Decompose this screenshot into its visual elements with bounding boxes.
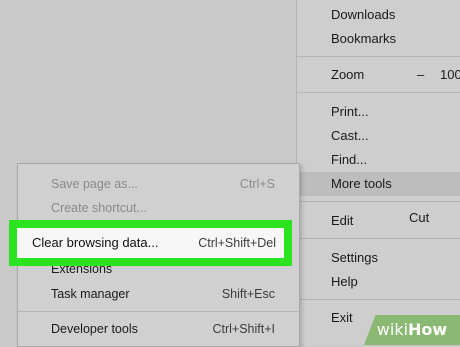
- menu-item-cast[interactable]: Cast...: [297, 124, 460, 148]
- help-label: Help: [331, 274, 358, 289]
- cut-button[interactable]: Cut: [409, 206, 429, 230]
- settings-label: Settings: [331, 250, 378, 265]
- menu-item-bookmarks[interactable]: Bookmarks: [297, 27, 460, 51]
- submenu-item-developer-tools[interactable]: Developer tools Ctrl+Shift+I: [18, 317, 299, 341]
- submenu-item-clear-browsing-data[interactable]: Clear browsing data... Ctrl+Shift+Del: [9, 220, 292, 266]
- clear-browsing-data-shortcut: Ctrl+Shift+Del: [198, 236, 276, 250]
- zoom-label: Zoom: [331, 67, 365, 82]
- menu-divider: [297, 299, 460, 300]
- watermark-wiki: wiki: [376, 320, 409, 339]
- menu-item-more-tools[interactable]: More tools: [297, 172, 460, 196]
- zoom-out-button[interactable]: –: [417, 63, 424, 87]
- watermark-how: How: [408, 320, 448, 339]
- menu-item-settings[interactable]: Settings: [297, 246, 460, 270]
- submenu-divider: [18, 311, 299, 312]
- edit-label: Edit: [331, 213, 354, 228]
- clear-browsing-data-label: Clear browsing data...: [32, 235, 159, 250]
- save-page-as-shortcut: Ctrl+S: [239, 177, 275, 191]
- zoom-level-value: 100: [440, 67, 460, 82]
- menu-item-find[interactable]: Find...: [297, 148, 460, 172]
- print-label: Print...: [331, 104, 369, 119]
- developer-tools-label: Developer tools: [51, 322, 138, 336]
- browser-main-menu: Downloads Bookmarks Zoom – 100 Print... …: [296, 0, 460, 345]
- save-page-as-label: Save page as...: [51, 177, 138, 191]
- submenu-item-task-manager[interactable]: Task manager Shift+Esc: [18, 282, 299, 306]
- wikihow-watermark: wikiHow: [364, 315, 460, 345]
- menu-divider: [297, 201, 460, 202]
- bookmarks-label: Bookmarks: [331, 31, 397, 46]
- find-label: Find...: [331, 152, 368, 167]
- menu-item-help[interactable]: Help: [297, 270, 460, 294]
- menu-item-zoom: Zoom – 100: [297, 63, 460, 87]
- more-tools-label: More tools: [331, 176, 392, 191]
- task-manager-label: Task manager: [51, 287, 130, 301]
- menu-divider: [297, 92, 460, 93]
- submenu-item-create-shortcut[interactable]: Create shortcut...: [18, 196, 299, 220]
- cast-label: Cast...: [331, 128, 369, 143]
- exit-label: Exit: [331, 310, 353, 325]
- menu-item-downloads[interactable]: Downloads: [297, 3, 460, 27]
- downloads-label: Downloads: [331, 7, 396, 22]
- menu-divider: [297, 238, 460, 239]
- task-manager-shortcut: Shift+Esc: [221, 287, 275, 301]
- create-shortcut-label: Create shortcut...: [51, 201, 147, 215]
- menu-divider: [297, 56, 460, 57]
- developer-tools-shortcut: Ctrl+Shift+I: [212, 322, 275, 336]
- menu-item-print[interactable]: Print...: [297, 100, 460, 124]
- menu-item-edit: Edit Cut: [297, 209, 460, 233]
- submenu-item-save-page-as[interactable]: Save page as... Ctrl+S: [18, 172, 299, 196]
